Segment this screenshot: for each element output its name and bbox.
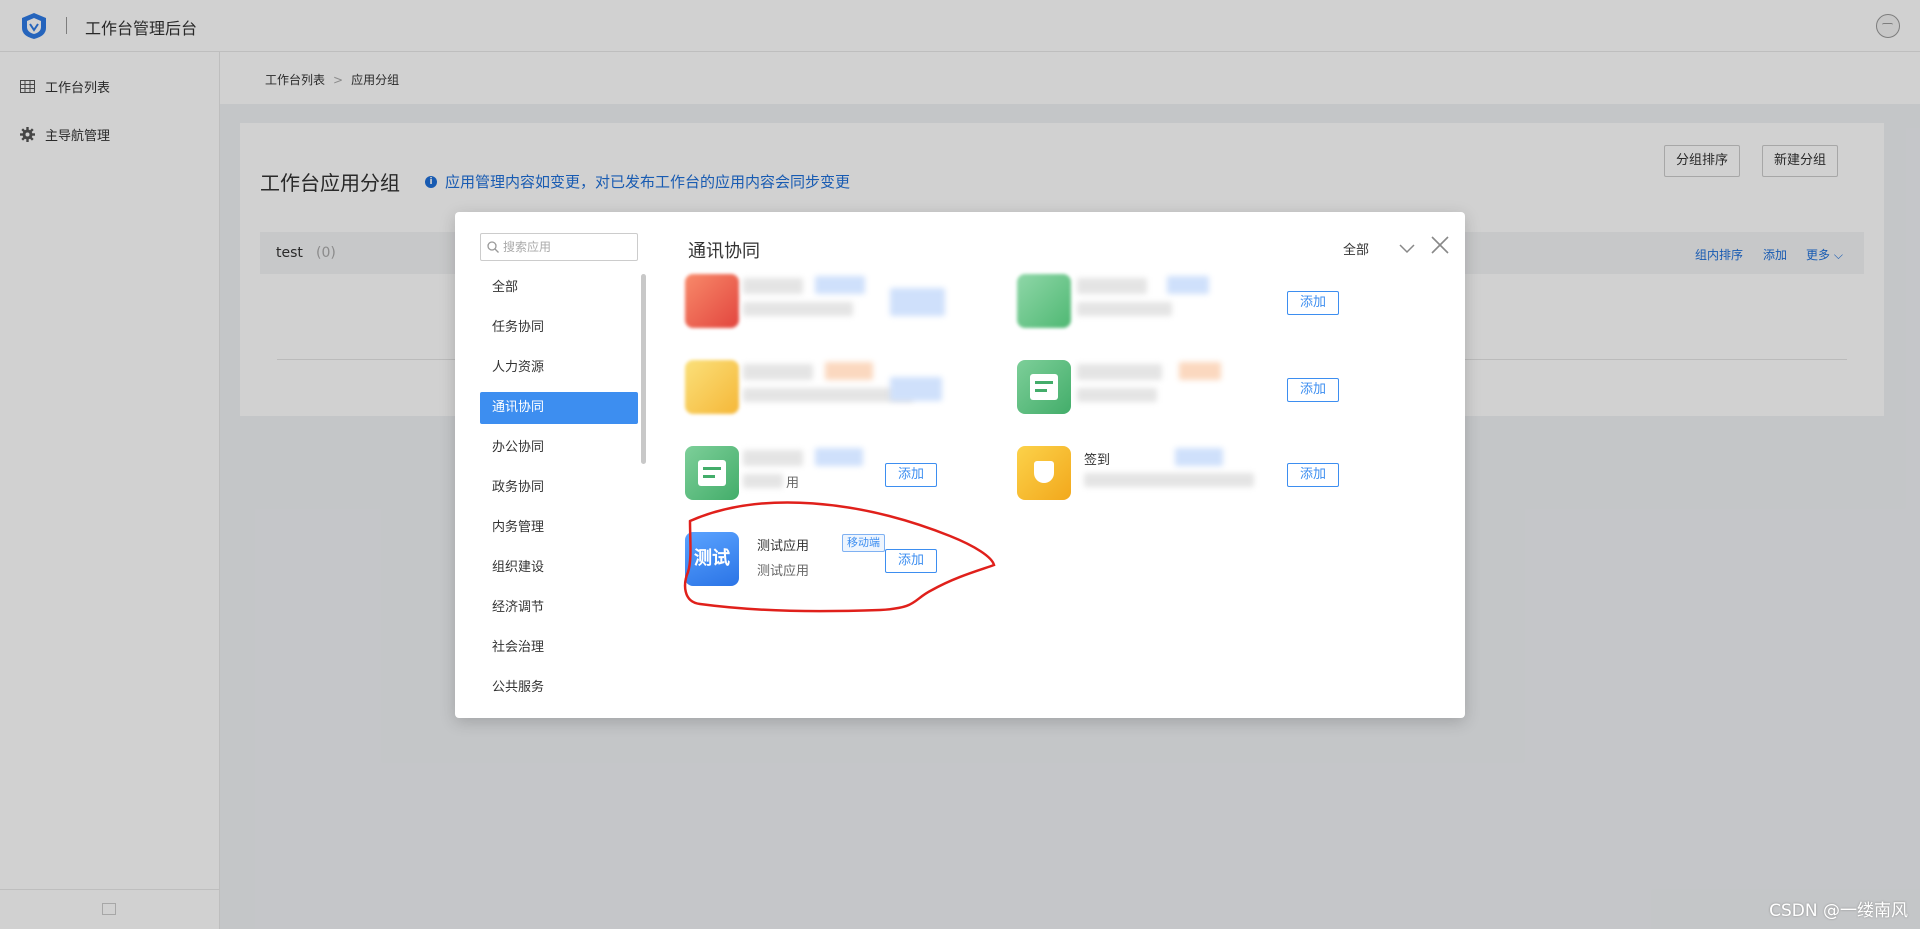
app-card: 添加 (1017, 274, 1339, 332)
blurred-name (1077, 364, 1162, 380)
app-card: 用 添加 (685, 446, 945, 506)
blurred-desc (1077, 302, 1172, 316)
add-button[interactable]: 添加 (1287, 463, 1339, 487)
category-scrollbar[interactable] (641, 274, 646, 464)
category-item[interactable]: 经济调节 (480, 592, 638, 624)
blurred-tag (1167, 276, 1209, 294)
blurred-desc (1077, 388, 1157, 402)
app-card (685, 274, 945, 332)
category-item[interactable]: 任务协同 (480, 312, 638, 344)
blurred-desc (743, 388, 913, 402)
search-input[interactable] (503, 240, 633, 254)
checkin-app-icon (1017, 446, 1071, 500)
blurred-name (743, 450, 803, 466)
blurred-button (890, 288, 945, 316)
section-title: 通讯协同 (688, 241, 760, 262)
filter-select[interactable]: 全部 (1343, 239, 1415, 258)
category-item[interactable]: 内务管理 (480, 512, 638, 544)
category-item[interactable]: 人力资源 (480, 352, 638, 384)
blurred-name (743, 278, 803, 294)
watermark: CSDN @一缕南风 (1769, 901, 1908, 921)
app-card: 签到 添加 (1017, 446, 1339, 506)
add-button[interactable]: 添加 (1287, 291, 1339, 315)
add-button[interactable]: 添加 (885, 549, 937, 573)
chevron-down-icon (1399, 243, 1415, 253)
app-desc-fragment: 用 (786, 476, 800, 491)
category-item[interactable]: 公共服务 (480, 672, 638, 704)
blurred-tag (1179, 362, 1221, 380)
app-card: 添加 (1017, 360, 1339, 420)
blurred-desc (1084, 473, 1254, 487)
search-icon (487, 241, 499, 253)
category-item[interactable]: 组织建设 (480, 552, 638, 584)
blurred-tag (815, 448, 863, 466)
mobile-tag: 移动端 (842, 534, 885, 552)
app-name: 测试应用 (757, 539, 810, 554)
blurred-tag (815, 276, 865, 294)
app-desc: 测试应用 (757, 564, 810, 579)
category-item[interactable]: 办公协同 (480, 432, 638, 464)
app-name-fragment: 签到 (1084, 453, 1111, 468)
close-icon[interactable] (1429, 234, 1451, 256)
add-button[interactable]: 添加 (885, 463, 937, 487)
category-item[interactable]: 全部 (480, 272, 638, 304)
search-box[interactable] (480, 233, 638, 261)
add-app-modal: 全部 任务协同 人力资源 通讯协同 办公协同 政务协同 内务管理 组织建设 经济… (455, 212, 1465, 718)
category-list: 全部 任务协同 人力资源 通讯协同 办公协同 政务协同 内务管理 组织建设 经济… (480, 272, 638, 712)
blurred-tag (1175, 448, 1223, 466)
blurred-desc (743, 474, 783, 488)
blurred-tag (825, 362, 873, 380)
add-button[interactable]: 添加 (1287, 378, 1339, 402)
blurred-desc (743, 302, 853, 316)
blurred-button (890, 377, 942, 401)
blurred-name (1077, 278, 1147, 294)
category-item-active[interactable]: 通讯协同 (480, 392, 638, 424)
filter-value: 全部 (1343, 243, 1370, 258)
category-item[interactable]: 社会治理 (480, 632, 638, 664)
category-item[interactable]: 政务协同 (480, 472, 638, 504)
doc-app-icon (685, 446, 739, 500)
app-icon (685, 274, 739, 328)
app-icon (1017, 274, 1071, 328)
test-app-card: 测试 测试应用 移动端 测试应用 添加 (685, 532, 945, 592)
app-card (685, 360, 945, 420)
test-app-icon: 测试 (685, 532, 739, 586)
blurred-name (743, 364, 813, 380)
doc-app-icon (1017, 360, 1071, 414)
app-icon (685, 360, 739, 414)
